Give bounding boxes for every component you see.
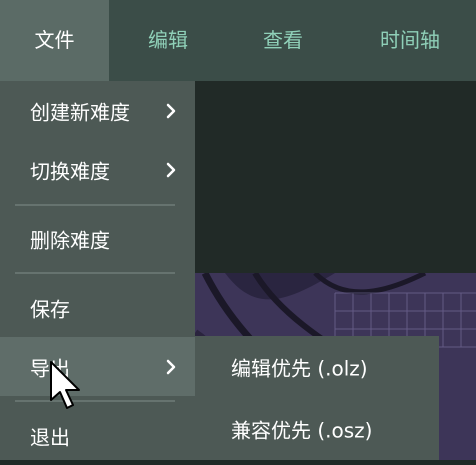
file-menu-dropdown: 创建新难度 切换难度 删除难度 保存 导出 退出 [0,81,195,460]
menu-divider [15,272,175,274]
menu-item-label: 创建新难度 [30,100,130,124]
menu-item-exit[interactable]: 退出 [0,406,195,465]
top-menubar: 文件 编辑 查看 时间轴 [0,0,476,81]
chevron-right-icon [166,103,176,118]
menu-item-delete-difficulty[interactable]: 删除难度 [0,209,195,268]
menu-item-create-difficulty[interactable]: 创建新难度 [0,81,195,140]
chevron-right-icon [166,359,176,374]
mouse-cursor-icon [50,361,80,409]
submenu-item-label: 兼容优先 (.osz) [231,418,373,443]
menu-item-label: 切换难度 [30,159,110,183]
tab-file[interactable]: 文件 [0,0,109,81]
menu-item-label: 退出 [30,425,70,449]
submenu-item-export-osz[interactable]: 兼容优先 (.osz) [195,398,439,460]
chevron-right-icon [166,162,176,177]
menu-divider [15,204,175,206]
menu-item-label: 删除难度 [30,228,110,252]
menu-item-switch-difficulty[interactable]: 切换难度 [0,140,195,199]
tab-edit[interactable]: 编辑 [113,0,223,81]
menu-item-save[interactable]: 保存 [0,278,195,337]
export-submenu: 编辑优先 (.olz) 兼容优先 (.osz) [195,336,439,460]
tab-view[interactable]: 查看 [228,0,338,81]
menu-item-export[interactable]: 导出 [0,337,195,396]
menu-divider [15,400,175,402]
submenu-item-export-olz[interactable]: 编辑优先 (.olz) [195,336,439,398]
tab-timeline[interactable]: 时间轴 [350,0,470,81]
submenu-item-label: 编辑优先 (.olz) [231,356,368,381]
menu-item-label: 保存 [30,297,70,321]
